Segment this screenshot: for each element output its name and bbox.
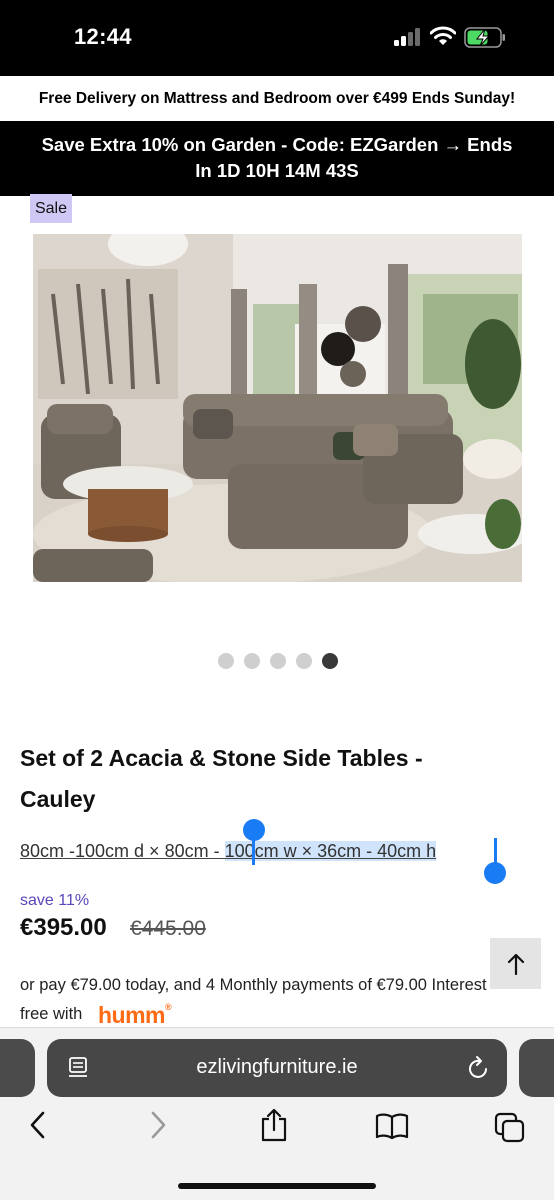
countdown-line-1: Save Extra 10% on Garden - Code: EZGarde… <box>41 134 513 155</box>
scroll-to-top-button[interactable] <box>490 938 541 989</box>
status-time: 12:44 <box>74 24 132 49</box>
dimensions-selected-text: 100cm w × 36cm - 40cm h <box>224 841 437 861</box>
selection-end-cursor[interactable] <box>494 838 497 865</box>
carousel-dot[interactable] <box>244 653 260 669</box>
installment-text: or pay €79.00 today, and 4 Monthly payme… <box>20 976 487 994</box>
battery-charging-icon <box>464 27 505 48</box>
browser-chrome: ezlivingfurniture.ie <box>0 1027 554 1200</box>
share-icon[interactable] <box>260 1108 288 1142</box>
selection-start-handle[interactable] <box>243 819 265 841</box>
product-image[interactable] <box>33 234 522 582</box>
installment-text-line-2: free with <box>20 1005 83 1023</box>
back-icon[interactable] <box>28 1110 48 1140</box>
original-price: €445.00 <box>130 917 206 940</box>
save-percentage: save 11% <box>20 892 90 909</box>
dimensions-text: 80cm -100cm d × 80cm - <box>20 841 225 861</box>
humm-logo[interactable]: humm® <box>98 1002 172 1029</box>
sale-badge: Sale <box>30 194 72 223</box>
cellular-signal-icon <box>394 28 422 46</box>
product-dimensions[interactable]: 80cm -100cm d × 80cm - 100cm w × 36cm - … <box>20 840 437 862</box>
garden-countdown-bar[interactable]: Save Extra 10% on Garden - Code: EZGarde… <box>0 121 554 196</box>
status-bar: 12:44 <box>0 0 554 76</box>
url-text: ezlivingfurniture.ie <box>196 1056 358 1078</box>
current-price: €395.00 <box>20 914 107 941</box>
tabs-icon[interactable] <box>494 1112 526 1144</box>
previous-tab-preview[interactable] <box>0 1039 35 1097</box>
product-title-line-2: Cauley <box>20 786 96 812</box>
carousel-dots <box>218 653 338 669</box>
address-bar[interactable]: ezlivingfurniture.ie <box>47 1039 507 1097</box>
bookmarks-icon[interactable] <box>375 1112 409 1140</box>
product-title-line-1: Set of 2 Acacia & Stone Side Tables - <box>20 745 423 771</box>
wifi-icon <box>430 26 456 45</box>
reload-icon[interactable] <box>467 1055 491 1081</box>
home-indicator[interactable] <box>178 1183 376 1189</box>
living-room-photo <box>33 234 522 582</box>
countdown-line-2: In 1D 10H 14M 43S <box>195 160 359 181</box>
scroll-to-top-icon <box>507 953 524 975</box>
humm-brand: humm <box>98 1002 166 1028</box>
next-tab-preview[interactable] <box>519 1039 554 1097</box>
selection-end-handle[interactable] <box>484 862 506 884</box>
delivery-promo-bar[interactable]: Free Delivery on Mattress and Bedroom ov… <box>0 76 554 121</box>
selection-start-cursor[interactable] <box>252 838 255 865</box>
carousel-dot[interactable] <box>270 653 286 669</box>
product-title: Set of 2 Acacia & Stone Side Tables - Ca… <box>20 738 520 820</box>
forward-icon[interactable] <box>148 1110 168 1140</box>
carousel-dot-active[interactable] <box>322 653 338 669</box>
carousel-dot[interactable] <box>296 653 312 669</box>
carousel-dot[interactable] <box>218 653 234 669</box>
